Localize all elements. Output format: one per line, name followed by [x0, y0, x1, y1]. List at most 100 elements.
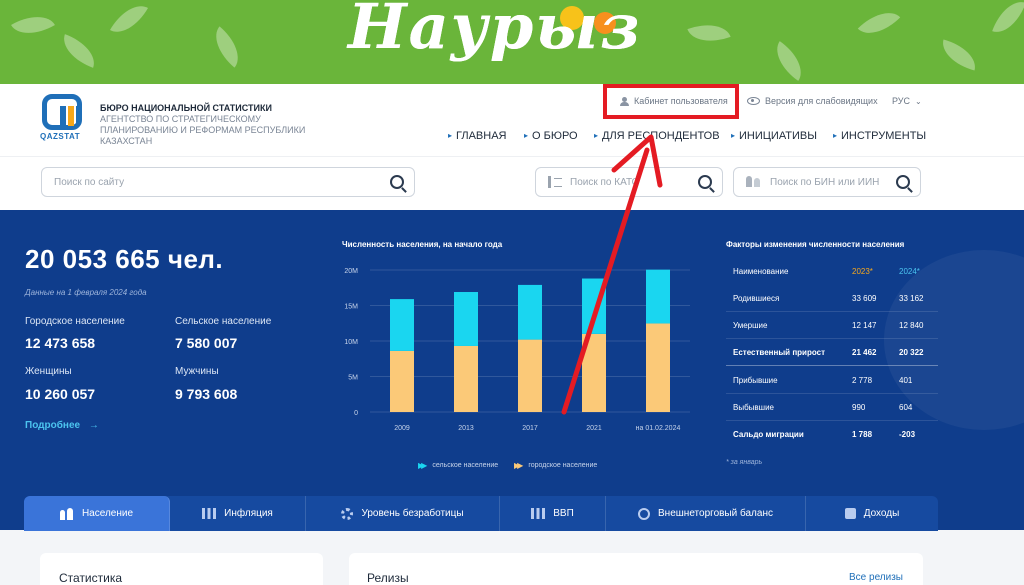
kato-search-box	[535, 167, 723, 197]
factors-cell: 33 609	[852, 294, 877, 303]
people-icon	[746, 176, 762, 188]
legend-rural-label: сельское население	[432, 462, 499, 469]
tab-inflation[interactable]: Инфляция	[170, 496, 306, 531]
tab-trade-balance[interactable]: Внешнеторговый баланс	[606, 496, 806, 531]
factors-row: Прибывшие 2 778 401	[726, 367, 938, 394]
leaf-decoration	[992, 0, 1024, 39]
tab-unemployment[interactable]: Уровень безработицы	[306, 496, 500, 531]
nav-tools[interactable]: ИНСТРУМЕНТЫ	[833, 130, 926, 142]
women-value: 10 260 057	[25, 386, 96, 402]
population-total: 20 053 665 чел.	[25, 244, 224, 274]
gear-icon	[341, 507, 354, 520]
factors-cell: 2 778	[852, 376, 873, 385]
factors-col-2023: 2023*	[852, 267, 873, 276]
x-tick-label: на 01.02.2024	[636, 425, 681, 432]
banner-title: Наурыз	[348, 0, 642, 63]
leaf-decoration	[767, 41, 811, 81]
chart-title: Численность населения, на начало года	[342, 240, 503, 249]
search-icon[interactable]	[698, 175, 712, 189]
search-icon[interactable]	[390, 175, 404, 189]
nav-main[interactable]: ГЛАВНАЯ	[448, 130, 506, 142]
bar-urban	[646, 323, 670, 412]
bar-urban	[582, 333, 606, 412]
factors-row: Родившиеся 33 609 33 162	[726, 285, 938, 312]
leaf-decoration	[857, 1, 901, 45]
tab-label: Доходы	[863, 508, 900, 519]
y-tick-label: 10M	[344, 339, 358, 346]
y-tick-label: 0	[354, 410, 358, 417]
site-search-input[interactable]	[54, 176, 342, 188]
language-selector[interactable]: РУС ⌄	[892, 96, 922, 106]
org-subtitle: АГЕНТСТВО ПО СТРАТЕГИЧЕСКОМУ ПЛАНИРОВАНИ…	[100, 114, 306, 146]
factors-cell: 33 162	[899, 294, 924, 303]
qazstat-logo[interactable]: QAZSTAT	[40, 92, 86, 142]
factors-cell: 401	[899, 376, 913, 385]
leaf-decoration	[57, 34, 101, 68]
population-date-note: Данные на 1 февраля 2024 года	[25, 288, 147, 297]
nav-about[interactable]: О БЮРО	[524, 130, 578, 142]
kato-search-input[interactable]	[570, 176, 675, 188]
statistics-card: Статистика	[40, 553, 323, 585]
legend-urban: ▶▶ городское население	[514, 461, 597, 470]
logo-bars-icon	[60, 106, 80, 126]
factors-cell: 20 322	[899, 348, 924, 357]
bar-urban	[518, 339, 542, 412]
tab-gdp[interactable]: ВВП	[500, 496, 606, 531]
tab-income[interactable]: Доходы	[806, 496, 938, 531]
factors-cell: Сальдо миграции	[733, 430, 804, 439]
nav-respondents[interactable]: ДЛЯ РЕСПОНДЕНТОВ	[594, 130, 720, 142]
factors-row: Выбывшие 990 604	[726, 394, 938, 421]
factors-cell: Прибывшие	[733, 376, 778, 385]
leaf-decoration	[687, 16, 731, 50]
leaf-decoration	[205, 26, 249, 68]
legend-rural: ▶▶ сельское население	[418, 461, 498, 470]
low-vision-label: Версия для слабовидящих	[765, 96, 878, 106]
x-tick-label: 2017	[522, 425, 538, 432]
statistics-panel: 20 053 665 чел. Данные на 1 февраля 2024…	[0, 210, 1024, 530]
factors-cell: 12 147	[852, 321, 877, 330]
tab-label: Население	[81, 508, 134, 519]
y-tick-label: 20M	[344, 268, 358, 275]
urban-label: Городское население	[25, 316, 125, 327]
factors-row: Сальдо миграции 1 788 -203	[726, 421, 938, 448]
annotation-highlight-box	[603, 84, 739, 119]
language-label: РУС	[892, 96, 911, 106]
leaf-decoration	[11, 5, 55, 45]
nav-initiatives[interactable]: ИНИЦИАТИВЫ	[731, 130, 817, 142]
factors-cell: -203	[899, 430, 916, 439]
factors-header-row: Наименование 2023* 2024*	[726, 258, 938, 285]
factors-row: Естественный прирост 21 462 20 322	[726, 339, 938, 366]
factors-cell: Родившиеся	[733, 294, 780, 303]
tab-label: ВВП	[553, 508, 574, 519]
bin-search-input[interactable]	[770, 176, 882, 188]
bar-rural	[646, 269, 670, 324]
tab-population[interactable]: Население	[24, 496, 170, 531]
factors-cell: 21 462	[852, 348, 877, 357]
globe-icon	[638, 507, 651, 520]
people-icon	[59, 507, 74, 520]
site-search-box	[41, 167, 415, 197]
bin-search-box	[733, 167, 921, 197]
factors-title: Факторы изменения численности населения	[726, 240, 905, 249]
bar-urban	[390, 350, 414, 412]
factors-cell: 604	[899, 403, 913, 412]
leaf-decoration	[109, 0, 149, 41]
x-tick-label: 2013	[458, 425, 474, 432]
population-bar-chart: 0 5M 10M 15M 20M 2009 2013 2017 2021 на 01.02.202…	[344, 268, 690, 432]
legend-urban-marker-icon: ▶▶	[514, 461, 523, 470]
rural-value: 7 580 007	[175, 335, 238, 351]
low-vision-link[interactable]: Версия для слабовидящих	[747, 96, 878, 106]
bar-urban	[454, 345, 478, 412]
legend-urban-label: городское население	[528, 462, 598, 469]
kato-list-icon	[548, 176, 562, 188]
all-releases-link[interactable]: Все релизы	[849, 572, 903, 583]
search-icon[interactable]	[896, 175, 910, 189]
releases-card-title: Релизы	[367, 571, 409, 585]
rural-label: Сельское население	[175, 316, 272, 327]
bar-chart-icon	[531, 508, 546, 519]
y-tick-label: 15M	[344, 304, 358, 311]
category-tabs: Население Инфляция Уровень безработицы В…	[24, 496, 938, 531]
more-link[interactable]: Подробнее →	[25, 420, 99, 431]
legend-rural-marker-icon: ▶▶	[418, 461, 427, 470]
more-link-label: Подробнее	[25, 420, 81, 431]
